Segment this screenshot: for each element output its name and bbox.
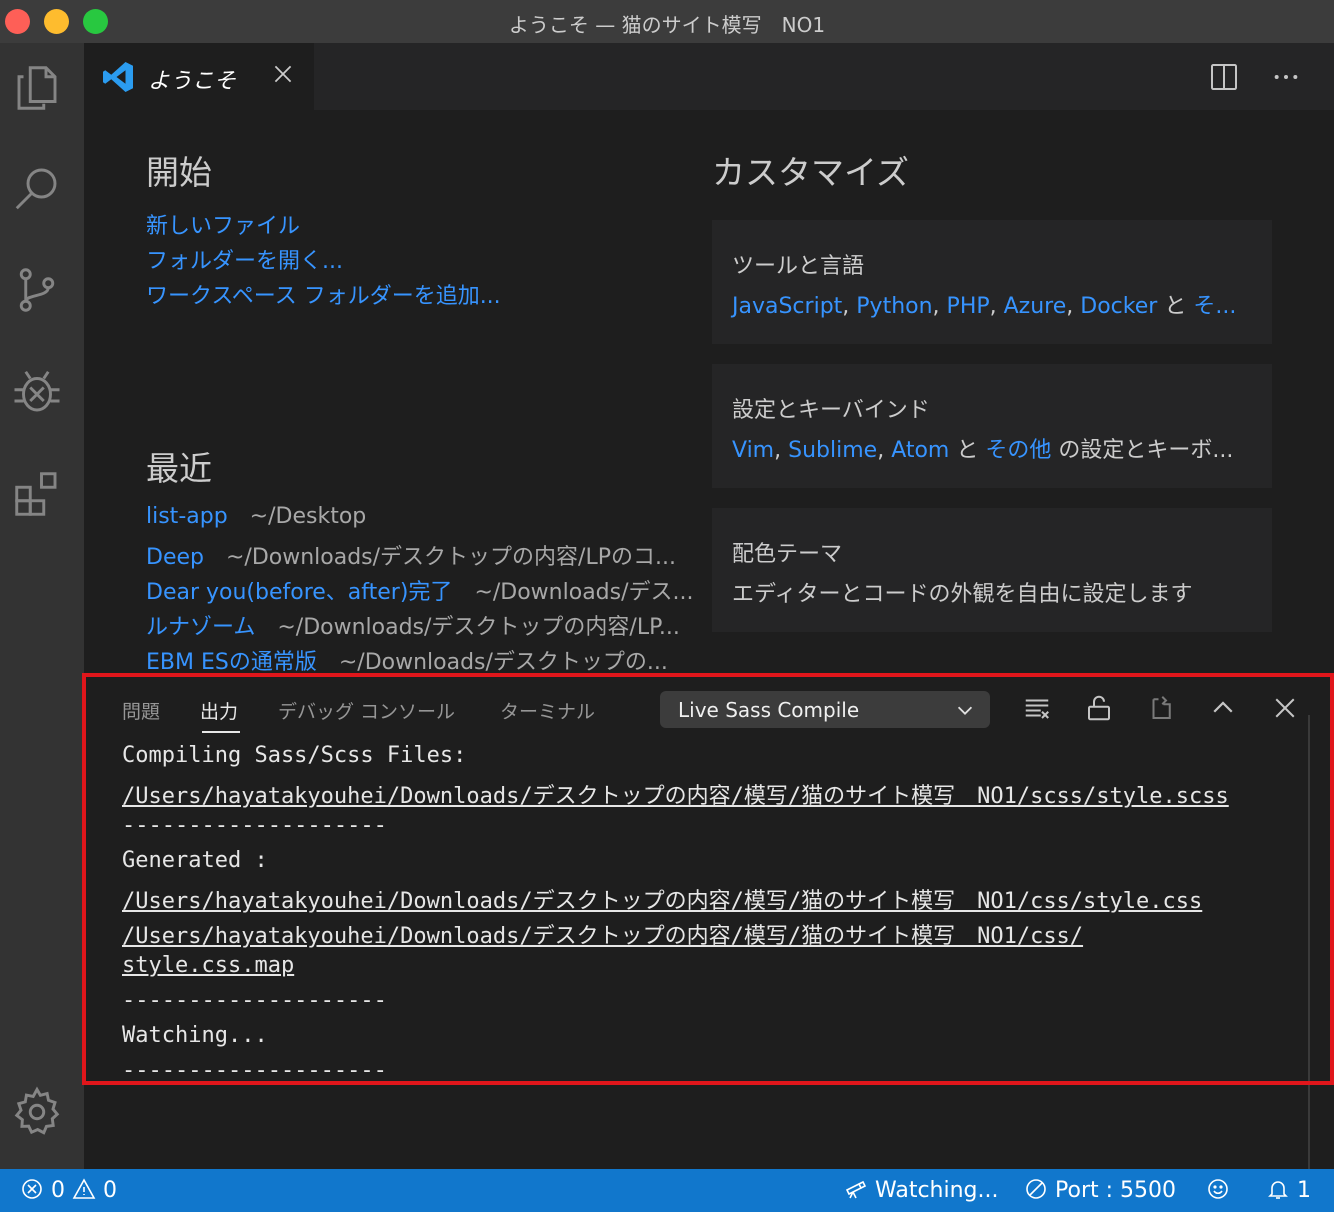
output-line: --------------------	[122, 988, 387, 1013]
activity-bar	[0, 43, 84, 1169]
extensions-icon[interactable]	[10, 467, 64, 521]
editor-tab-bar: ようこそ	[84, 43, 1334, 110]
card-title: 配色テーマ	[732, 542, 843, 567]
output-panel: 問題 出力 デバッグ コンソール ターミナル Live Sass Compile…	[84, 675, 1334, 1169]
scrollbar[interactable]	[1308, 715, 1310, 1169]
chevron-down-icon	[954, 699, 976, 721]
notifications-status[interactable]: 1	[1266, 1177, 1311, 1203]
notification-count: 1	[1297, 1178, 1311, 1203]
title-bar: ようこそ — 猫のサイト模写 NO1	[0, 0, 1334, 43]
card-body: JavaScript, Python, PHP, Azure, Docker と…	[732, 294, 1237, 319]
customize-heading: カスタマイズ	[712, 153, 910, 192]
warning-icon	[72, 1177, 96, 1201]
card-title: 設定とキーバインド	[732, 398, 930, 423]
recent-item[interactable]: Deep ~/Downloads/デスクトップの内容/LPのコ...	[146, 539, 676, 571]
window-title: ようこそ — 猫のサイト模写 NO1	[508, 13, 826, 37]
live-server-port[interactable]: Port : 5500	[1024, 1177, 1176, 1203]
new-file-link[interactable]: 新しいファイル	[146, 208, 300, 240]
recent-heading: 最近	[146, 449, 212, 488]
keymap-link[interactable]: Atom	[891, 438, 949, 463]
keymap-link[interactable]: Vim	[732, 438, 774, 463]
source-control-icon[interactable]	[10, 263, 64, 317]
maximize-panel-icon[interactable]	[1208, 693, 1238, 723]
tab-output[interactable]: 出力	[200, 697, 238, 724]
more-actions-icon[interactable]	[1270, 61, 1302, 93]
status-bar: 0 0 Watching... Port : 5500 1	[0, 1169, 1334, 1212]
output-channel-value: Live Sass Compile	[678, 698, 860, 722]
color-theme-card[interactable]: 配色テーマ エディターとコードの外観を自由に設定します	[712, 508, 1272, 632]
card-body: Vim, Sublime, Atom と その他 の設定とキーボ...	[732, 438, 1234, 463]
lock-icon[interactable]	[1084, 693, 1114, 723]
close-panel-icon[interactable]	[1270, 693, 1300, 723]
warning-count: 0	[103, 1178, 117, 1203]
tab-debug-console[interactable]: デバッグ コンソール	[278, 697, 455, 724]
tool-link[interactable]: Docker	[1080, 294, 1157, 319]
live-sass-watching[interactable]: Watching...	[844, 1177, 999, 1203]
search-icon[interactable]	[10, 161, 64, 215]
files-icon[interactable]	[10, 61, 64, 115]
start-heading: 開始	[146, 153, 212, 192]
more-keymaps-link[interactable]: その他	[985, 438, 1051, 463]
open-folder-link[interactable]: フォルダーを開く...	[146, 243, 343, 275]
tool-link[interactable]: Azure	[1004, 294, 1067, 319]
tab-problems[interactable]: 問題	[122, 697, 160, 724]
telescope-icon	[844, 1177, 868, 1201]
recent-item[interactable]: Dear you(before、after)完了 ~/Downloads/デス..…	[146, 574, 694, 606]
add-workspace-folder-link[interactable]: ワークスペース フォルダーを追加...	[146, 278, 501, 310]
tab-welcome[interactable]: ようこそ	[84, 43, 314, 110]
port-label: Port : 5500	[1055, 1178, 1176, 1203]
output-file-link[interactable]: style.css.map	[122, 953, 294, 978]
output-file-link[interactable]: /Users/hayatakyouhei/Downloads/デスクトップの内容…	[122, 778, 1229, 810]
tab-label: ようこそ	[148, 69, 237, 94]
gear-icon[interactable]	[10, 1085, 64, 1139]
card-description: エディターとコードの外観を自由に設定します	[732, 582, 1193, 607]
card-title: ツールと言語	[732, 254, 865, 279]
open-log-file-icon[interactable]	[1146, 693, 1176, 723]
active-tab-indicator	[202, 731, 240, 733]
output-channel-select[interactable]: Live Sass Compile	[660, 691, 990, 728]
output-line: Compiling Sass/Scss Files:	[122, 743, 467, 768]
vscode-logo-icon	[100, 59, 136, 95]
recent-item[interactable]: ルナゾーム ~/Downloads/デスクトップの内容/LP...	[146, 609, 680, 641]
output-file-link[interactable]: /Users/hayatakyouhei/Downloads/デスクトップの内容…	[122, 883, 1202, 915]
split-editor-icon[interactable]	[1208, 61, 1240, 93]
tool-link[interactable]: JavaScript	[732, 294, 842, 319]
circle-slash-icon	[1024, 1177, 1048, 1201]
keymap-link[interactable]: Sublime	[788, 438, 877, 463]
keybindings-card[interactable]: 設定とキーバインド Vim, Sublime, Atom と その他 の設定とキ…	[712, 364, 1272, 488]
output-file-link[interactable]: /Users/hayatakyouhei/Downloads/デスクトップの内容…	[122, 918, 1083, 950]
problems-status[interactable]: 0 0	[20, 1177, 117, 1203]
close-icon[interactable]	[270, 61, 296, 87]
watching-label: Watching...	[875, 1178, 999, 1203]
output-line: Watching...	[122, 1023, 268, 1048]
tab-terminal[interactable]: ターミナル	[500, 697, 595, 724]
output-line: --------------------	[122, 813, 387, 838]
error-icon	[20, 1177, 44, 1201]
welcome-page: 開始 新しいファイル フォルダーを開く... ワークスペース フォルダーを追加.…	[84, 110, 1334, 676]
bell-icon	[1266, 1177, 1290, 1201]
tools-languages-card[interactable]: ツールと言語 JavaScript, Python, PHP, Azure, D…	[712, 220, 1272, 344]
tool-link[interactable]: PHP	[947, 294, 990, 319]
output-line: Generated :	[122, 848, 268, 873]
debug-icon[interactable]	[10, 365, 64, 419]
more-tools-link[interactable]: そ...	[1193, 294, 1236, 319]
recent-item[interactable]: EBM ESの通常版 ~/Downloads/デスクトップの...	[146, 644, 668, 676]
feedback-smiley-icon[interactable]	[1206, 1177, 1230, 1203]
clear-output-icon[interactable]	[1022, 693, 1052, 723]
output-line: --------------------	[122, 1058, 387, 1083]
recent-item[interactable]: list-app ~/Desktop	[146, 504, 366, 529]
error-count: 0	[51, 1178, 65, 1203]
tool-link[interactable]: Python	[856, 294, 932, 319]
